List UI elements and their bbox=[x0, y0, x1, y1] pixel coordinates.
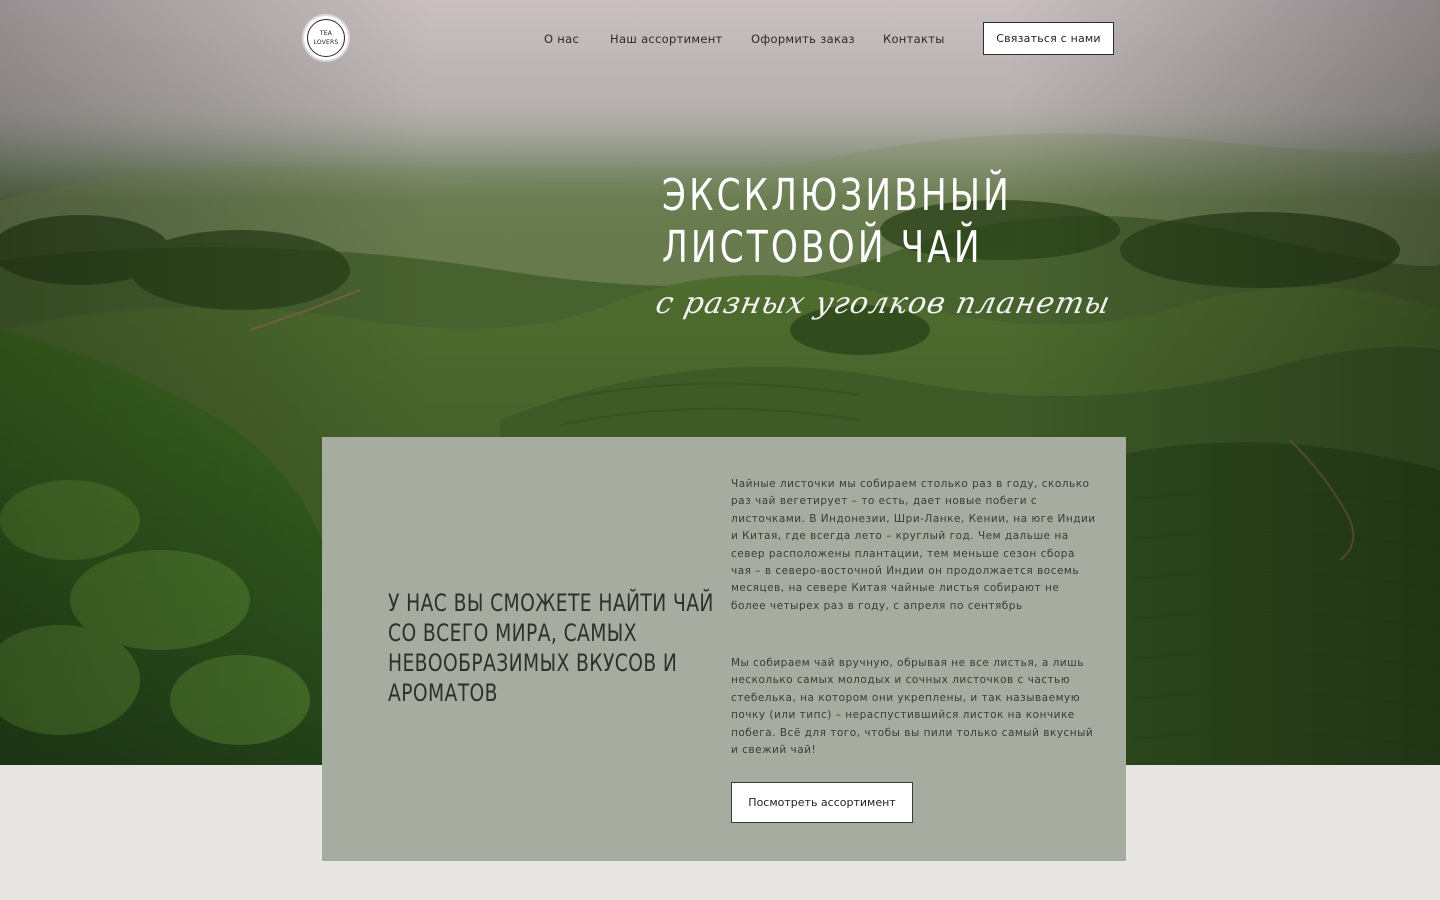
nav-item-about[interactable]: О нас bbox=[544, 32, 579, 46]
nav-item-contacts[interactable]: Контакты bbox=[883, 32, 945, 46]
view-catalog-button[interactable]: Посмотреть ассортимент bbox=[731, 782, 913, 823]
nav-item-order[interactable]: Оформить заказ bbox=[751, 32, 855, 46]
about-paragraph-harvest: Чайные листочки мы собираем столько раз … bbox=[731, 478, 1096, 612]
about-paragraph-handpicked: Мы собираем чай вручную, обрывая не все … bbox=[731, 657, 1094, 757]
about-heading: У НАС ВЫ СМОЖЕТЕ НАЙТИ ЧАЙ СО ВСЕГО МИРА… bbox=[388, 589, 714, 707]
hero-title-line1: ЭКСКЛЮЗИВНЫЙ bbox=[662, 170, 1012, 221]
main-nav: О нас Наш ассортимент Оформить заказ Кон… bbox=[0, 32, 1440, 50]
about-panel: У НАС ВЫ СМОЖЕТЕ НАЙТИ ЧАЙ СО ВСЕГО МИРА… bbox=[322, 437, 1126, 861]
hero-title: ЭКСКЛЮЗИВНЫЙ ЛИСТОВОЙ ЧАЙ bbox=[662, 170, 1012, 274]
nav-item-catalog[interactable]: Наш ассортимент bbox=[610, 32, 723, 46]
contact-us-button[interactable]: Связаться с нами bbox=[983, 22, 1114, 55]
hero-title-line2: ЛИСТОВОЙ ЧАЙ bbox=[662, 222, 983, 273]
hero-subtitle: с разных уголков планеты bbox=[652, 286, 1114, 321]
